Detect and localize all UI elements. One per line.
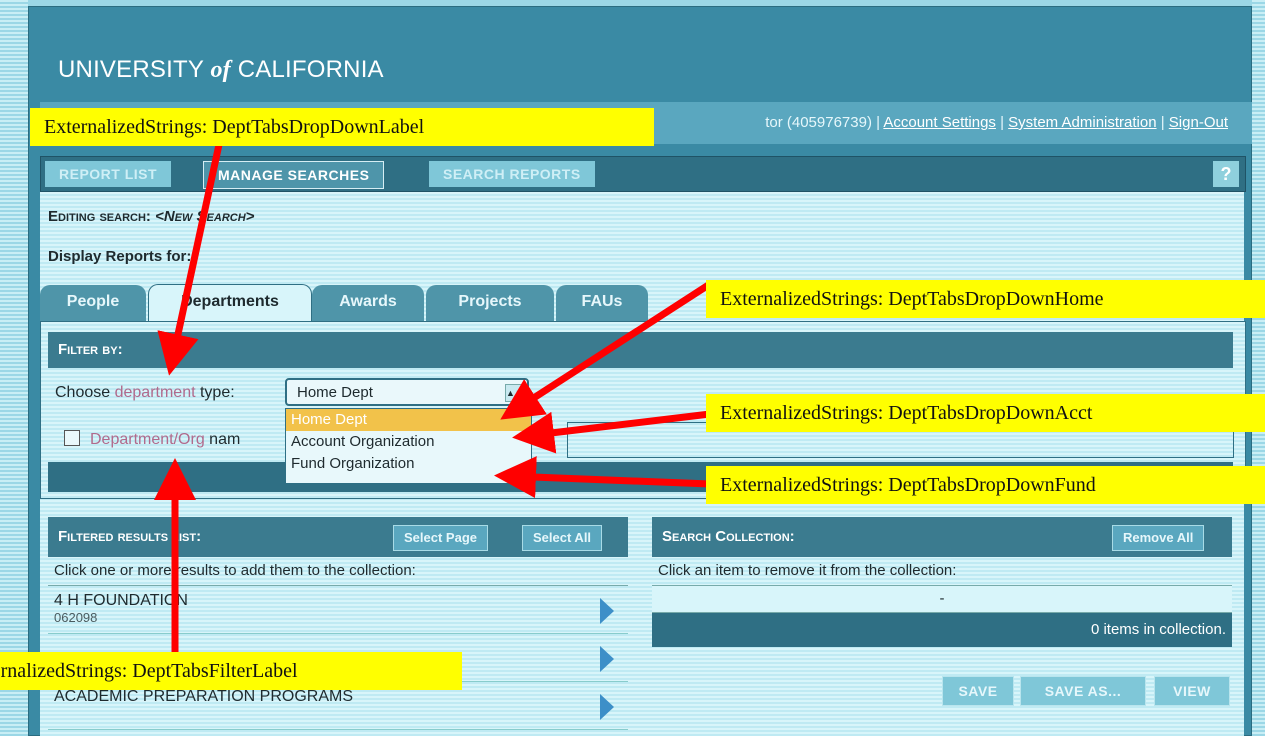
callout-dropdown-acct: ExternalizedStrings: DeptTabsDropDownAcc… (706, 394, 1265, 432)
callout-filter-label: ExternalizedStrings: DeptTabsFilterLabel (0, 652, 462, 690)
callout-dropdown-fund: ExternalizedStrings: DeptTabsDropDownFun… (706, 466, 1265, 504)
arrow-acct (512, 410, 711, 454)
arrow-home (500, 281, 712, 420)
arrow-label (157, 139, 224, 376)
callout-dropdown-label: ExternalizedStrings: DeptTabsDropDownLab… (30, 108, 654, 146)
arrow-fund (494, 456, 711, 499)
callout-dropdown-home: ExternalizedStrings: DeptTabsDropDownHom… (706, 280, 1265, 318)
